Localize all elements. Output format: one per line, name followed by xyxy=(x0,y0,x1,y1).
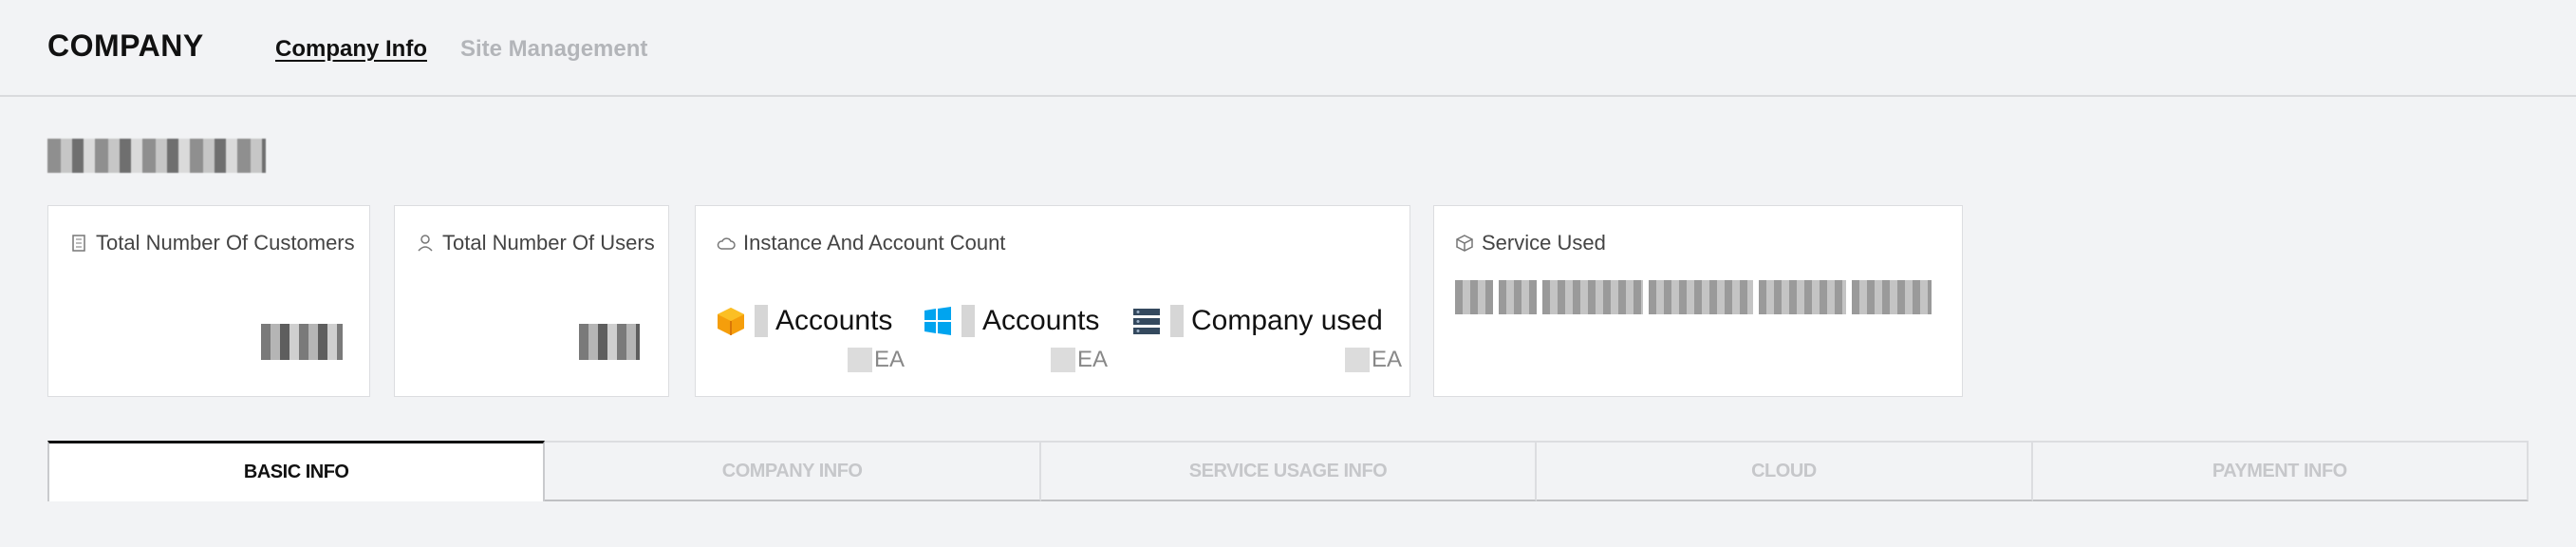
tab-service-usage-info[interactable]: SERVICE USAGE INFO xyxy=(1040,441,1538,501)
company-name-small-redacted xyxy=(1170,305,1184,337)
server-icon xyxy=(1133,309,1160,334)
service-tag xyxy=(1499,280,1537,314)
company-used-count-redacted xyxy=(1345,348,1370,372)
user-icon xyxy=(418,235,433,252)
tab-cloud[interactable]: CLOUD xyxy=(1537,441,2033,501)
service-tags xyxy=(1455,280,1932,314)
card-title-label: Service Used xyxy=(1482,231,1606,255)
aws-unit: EA xyxy=(874,347,905,372)
building-icon xyxy=(72,235,85,252)
company-used-unit: EA xyxy=(1372,347,1403,372)
aws-name-redacted xyxy=(755,305,768,337)
company-name-redacted xyxy=(47,139,266,173)
card-service-used: Service Used xyxy=(1433,205,1963,397)
card-title-service: Service Used xyxy=(1455,231,1606,255)
tab-basic-info[interactable]: BASIC INFO xyxy=(47,441,546,501)
card-title-instances: Instance And Account Count xyxy=(717,231,1005,255)
service-tag xyxy=(1852,280,1932,314)
company-used: Company used xyxy=(1130,305,1383,337)
azure-name-redacted xyxy=(961,305,975,337)
aws-count-redacted xyxy=(848,348,872,372)
card-total-customers: Total Number Of Customers xyxy=(47,205,370,397)
card-instance-account-count: Instance And Account Count Accounts EA A… xyxy=(695,205,1410,397)
azure-accounts-label: Accounts xyxy=(982,305,1100,336)
top-header: COMPANY Company Info Site Management xyxy=(0,0,2576,97)
card-title-label: Total Number Of Users xyxy=(442,231,655,255)
windows-icon xyxy=(924,307,951,335)
customers-count-redacted xyxy=(261,324,343,360)
cloud-icon xyxy=(717,237,736,250)
aws-count: EA xyxy=(848,347,905,373)
company-used-count: EA xyxy=(1345,347,1402,373)
azure-count-redacted xyxy=(1051,348,1075,372)
aws-accounts-label: Accounts xyxy=(775,305,893,336)
card-title-customers: Total Number Of Customers xyxy=(69,231,355,255)
service-tag xyxy=(1542,280,1643,314)
card-title-label: Instance And Account Count xyxy=(743,231,1006,255)
users-count-redacted xyxy=(579,324,640,360)
service-tag xyxy=(1649,280,1753,314)
card-title-users: Total Number Of Users xyxy=(416,231,655,255)
service-tag xyxy=(1455,280,1493,314)
azure-unit: EA xyxy=(1077,347,1109,372)
card-total-users: Total Number Of Users xyxy=(394,205,669,397)
tab-payment-info[interactable]: PAYMENT INFO xyxy=(2032,441,2529,501)
aws-box-icon xyxy=(718,308,744,335)
tab-company-info[interactable]: COMPANY INFO xyxy=(545,441,1041,501)
service-tag xyxy=(1759,280,1846,314)
azure-accounts: Accounts xyxy=(922,305,1099,337)
company-used-label: Company used xyxy=(1191,305,1383,336)
azure-count: EA xyxy=(1051,347,1108,373)
card-title-label: Total Number Of Customers xyxy=(96,231,355,255)
package-icon xyxy=(1456,235,1473,252)
nav-tab-company-info[interactable]: Company Info xyxy=(275,36,427,63)
nav-tab-site-management[interactable]: Site Management xyxy=(460,36,647,63)
detail-tabs: BASIC INFO COMPANY INFO SERVICE USAGE IN… xyxy=(47,441,2529,501)
aws-accounts: Accounts xyxy=(715,305,892,337)
brand-title: COMPANY xyxy=(47,28,204,63)
